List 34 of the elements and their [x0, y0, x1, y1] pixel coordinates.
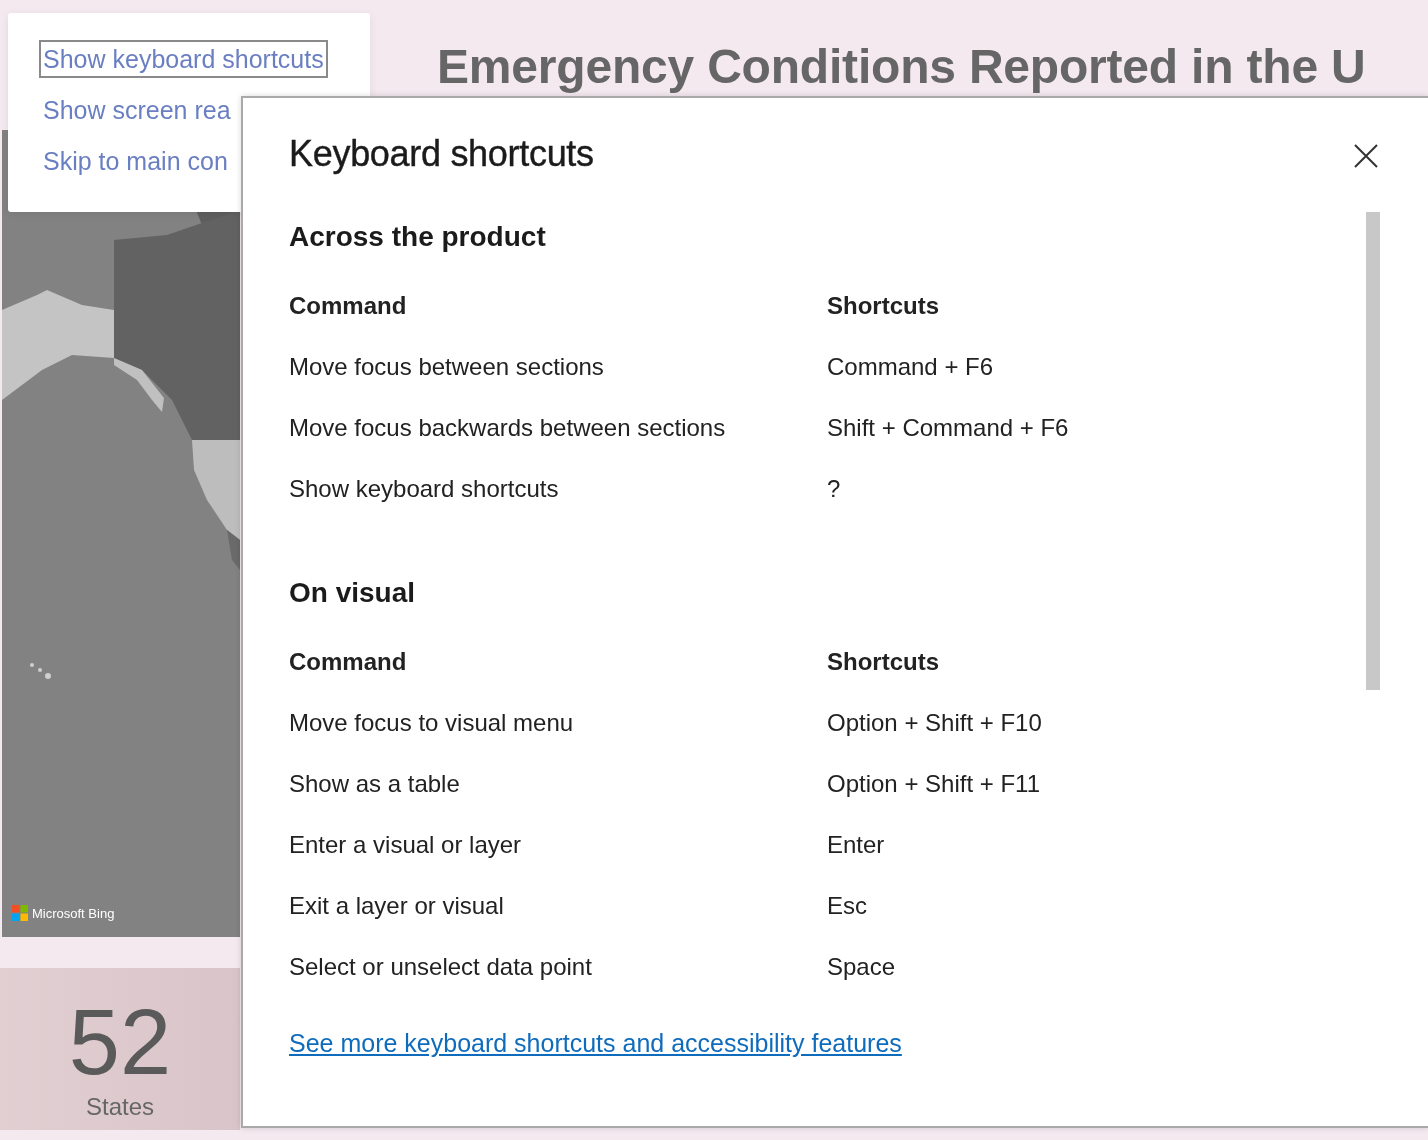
command-text: Show as a table: [289, 769, 460, 799]
skip-link[interactable]: Show screen rea: [39, 91, 235, 129]
column-header: Shortcuts: [827, 291, 939, 321]
kpi-value: 52: [68, 992, 172, 1092]
section-heading: Across the product: [289, 220, 546, 254]
scrollbar[interactable]: [1366, 212, 1380, 690]
skip-link[interactable]: Show keyboard shortcuts: [39, 40, 328, 78]
command-text: Show keyboard shortcuts: [289, 474, 559, 504]
command-text: Move focus between sections: [289, 352, 604, 382]
command-text: Enter a visual or layer: [289, 830, 522, 860]
close-icon[interactable]: [1354, 144, 1378, 168]
kpi-label: States: [85, 1092, 154, 1122]
map-attribution: Microsoft Bing: [32, 905, 115, 921]
bing-logo-icon: [12, 905, 28, 921]
shortcut-text: Option + Shift + F11: [827, 769, 1040, 799]
command-text: Select or unselect data point: [289, 952, 592, 982]
shortcut-text: ?: [827, 474, 841, 504]
column-header: Command: [289, 647, 407, 677]
column-header: Shortcuts: [827, 647, 939, 677]
dialog-title: Keyboard shortcuts: [289, 133, 594, 175]
shortcut-text: Esc: [827, 891, 867, 921]
command-text: Move focus to visual menu: [289, 708, 574, 738]
shortcut-text: Enter: [827, 830, 885, 860]
shortcut-text: Shift + Command + F6: [827, 413, 1069, 443]
command-text: Move focus backwards between sections: [289, 413, 726, 443]
shortcut-text: Command + F6: [827, 352, 994, 382]
accessibility-link[interactable]: See more keyboard shortcuts and accessibility features: [289, 1028, 902, 1058]
shortcut-text: Option + Shift + F10: [827, 708, 1042, 738]
section-heading: On visual: [289, 576, 416, 610]
column-header: Command: [289, 291, 407, 321]
shortcut-text: Space: [827, 952, 896, 982]
skip-link[interactable]: Skip to main con: [39, 142, 232, 180]
command-text: Exit a layer or visual: [289, 891, 504, 921]
report-title: Emergency Conditions Reported in the U: [437, 39, 1366, 95]
